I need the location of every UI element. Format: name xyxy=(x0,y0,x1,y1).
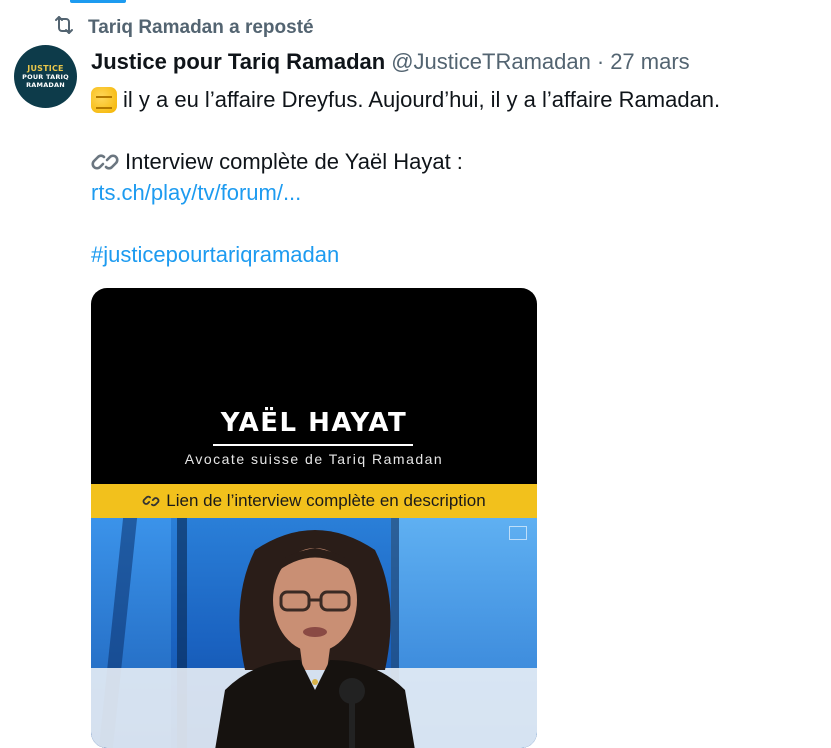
media-title-underline xyxy=(213,444,413,446)
tweet-header: Justice pour Tariq Ramadan @JusticeTRama… xyxy=(91,48,690,76)
media-subtitle: Avocate suisse de Tariq Ramadan xyxy=(184,451,444,467)
avatar-text-line1: JUSTICE xyxy=(27,63,64,73)
interview-link[interactable]: rts.ch/play/tv/forum/... xyxy=(91,177,301,208)
speaker-figure xyxy=(215,530,415,748)
media-banner-text: Lien de l’interview complète en descript… xyxy=(166,491,486,510)
tweet-line-1-text: il y a eu l’affaire Dreyfus. Aujourd’hui… xyxy=(123,87,721,112)
tweet-line-1: il y a eu l’affaire Dreyfus. Aujourd’hui… xyxy=(91,84,811,115)
avatar[interactable]: JUSTICE POUR TARIQ RAMADAN xyxy=(14,45,77,108)
microphone-stand xyxy=(349,700,355,748)
tweet-line-2: Interview complète de Yaël Hayat : xyxy=(91,146,811,177)
video-frame[interactable] xyxy=(91,518,537,748)
repost-icon xyxy=(52,13,76,43)
line-spacer xyxy=(91,208,811,239)
separator-dot: · xyxy=(596,49,605,74)
author-handle[interactable]: @JusticeTRamadan xyxy=(391,49,591,75)
broadcast-logo-icon xyxy=(509,526,527,540)
line-spacer xyxy=(91,115,811,146)
tweet-line-3: rts.ch/play/tv/forum/... xyxy=(91,177,811,208)
media-title: YAËL HAYAT xyxy=(220,408,408,438)
tweet-line-2-text: Interview complète de Yaël Hayat : xyxy=(125,149,463,174)
tweet-text: il y a eu l’affaire Dreyfus. Aujourd’hui… xyxy=(91,84,811,270)
repost-indicator[interactable]: Tariq Ramadan a reposté xyxy=(52,14,314,42)
link-icon xyxy=(142,495,160,507)
link-icon xyxy=(91,148,119,176)
avatar-text-line3: RAMADAN xyxy=(26,80,65,89)
avatar-text-line2: POUR TARIQ xyxy=(22,72,69,81)
media-banner: Lien de l’interview complète en descript… xyxy=(91,484,537,518)
tweet-media[interactable]: YAËL HAYAT Avocate suisse de Tariq Ramad… xyxy=(91,288,537,748)
raised-fist-icon xyxy=(91,86,117,113)
tweet-date[interactable]: 27 mars xyxy=(610,49,689,75)
tab-active-indicator xyxy=(70,0,126,3)
author-display-name[interactable]: Justice pour Tariq Ramadan xyxy=(91,49,385,75)
repost-label: Tariq Ramadan a reposté xyxy=(88,17,314,38)
tweet-line-4: #justicepourtariqramadan xyxy=(91,239,811,270)
hashtag-link[interactable]: #justicepourtariqramadan xyxy=(91,239,339,270)
